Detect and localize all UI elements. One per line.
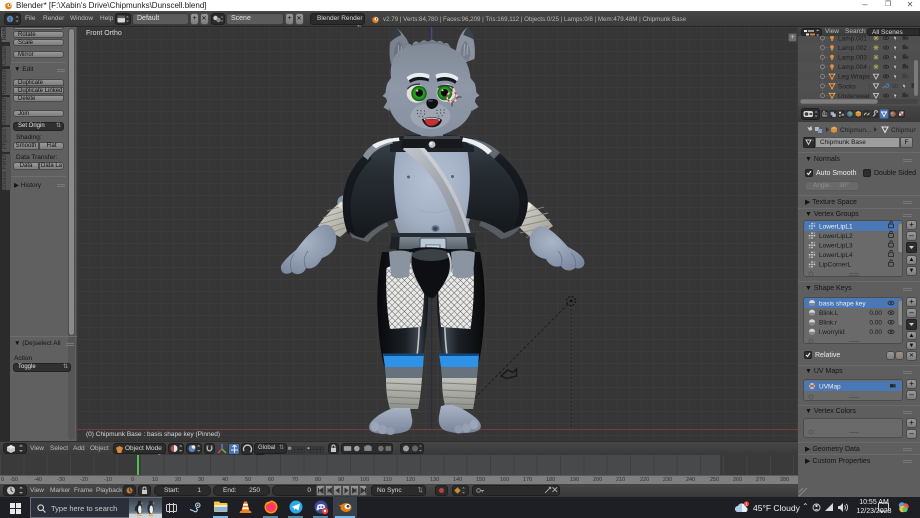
svg-text:basis shape key: basis shape key	[819, 300, 866, 307]
svg-text:Lamp.004: Lamp.004	[838, 64, 867, 71]
svg-text:|: |	[869, 84, 870, 90]
svg-text:Grease Pencil: Grease Pencil	[2, 153, 8, 191]
svg-text:0.00: 0.00	[869, 329, 882, 336]
svg-text:Blink.r: Blink.r	[819, 320, 838, 327]
svg-text:Lamp.002: Lamp.002	[838, 45, 867, 52]
svg-text:Physics: Physics	[2, 129, 8, 150]
svg-text:Relations: Relations	[2, 69, 8, 94]
svg-text:Chipmun...: Chipmun...	[840, 127, 872, 134]
svg-text:LipCornerL: LipCornerL	[819, 262, 852, 269]
svg-text:UVMap: UVMap	[819, 383, 841, 390]
svg-text:|: |	[869, 36, 870, 42]
svg-text:i: i	[9, 16, 10, 23]
svg-text:LowerLipL3: LowerLipL3	[819, 243, 853, 250]
svg-text:|: |	[869, 74, 870, 80]
svg-text:Tools: Tools	[2, 27, 8, 41]
svg-text:Leg Wraps: Leg Wraps	[838, 74, 870, 81]
svg-text:Lamp.001: Lamp.001	[838, 35, 867, 42]
svg-text:|: |	[869, 65, 870, 71]
svg-text:Socks: Socks	[838, 83, 856, 90]
svg-text:l.worrylid: l.worrylid	[819, 329, 845, 336]
svg-text:|: |	[869, 46, 870, 52]
svg-text:LowerLipL2: LowerLipL2	[819, 233, 853, 240]
svg-text:LowerLipL4: LowerLipL4	[819, 252, 853, 259]
svg-text:|: |	[869, 94, 870, 100]
svg-text:Animation: Animation	[2, 98, 8, 125]
svg-text:0.00: 0.00	[869, 320, 882, 327]
svg-text:Create: Create	[2, 46, 8, 65]
svg-text:Lamp.003: Lamp.003	[838, 55, 867, 62]
svg-text:|: |	[869, 55, 870, 61]
svg-text:0.00: 0.00	[869, 310, 882, 317]
svg-text:Chipmun...: Chipmun...	[891, 127, 916, 134]
svg-text:Blink.L: Blink.L	[819, 310, 839, 317]
svg-text:LowerLipL1: LowerLipL1	[819, 223, 853, 230]
